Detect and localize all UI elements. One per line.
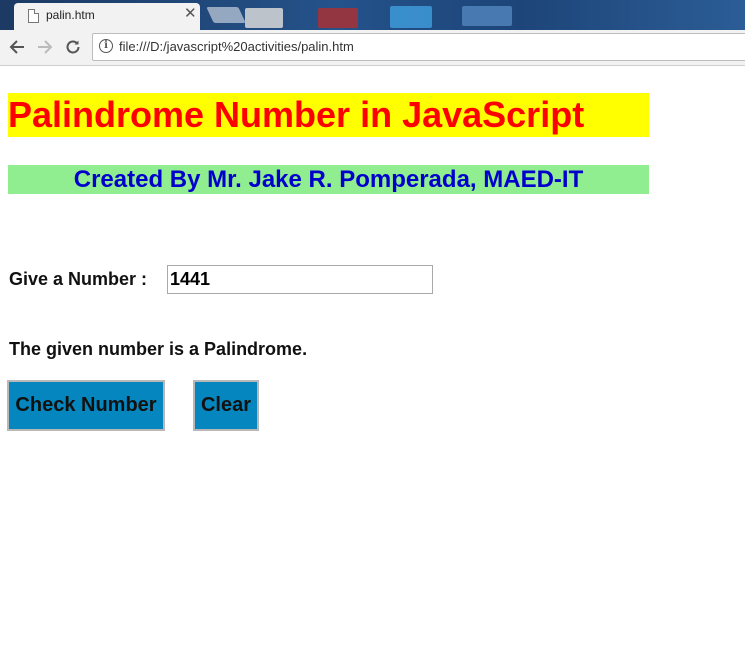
reload-button[interactable] [62,36,84,58]
page-title: Palindrome Number in JavaScript [8,93,649,137]
tab-strip: palin.htm ✕ [0,0,745,30]
address-bar[interactable]: i file:///D:/javascript%20activities/pal… [92,33,745,61]
check-number-button[interactable]: Check Number [7,380,165,431]
back-arrow-icon [9,40,24,54]
info-icon[interactable]: i [99,39,113,53]
desktop-icon [318,8,358,28]
desktop-icon [245,8,283,28]
result-text: The given number is a Palindrome. [9,339,308,359]
author-line: Created By Mr. Jake R. Pomperada, MAED-I… [8,165,649,194]
desktop-icon [462,6,512,26]
desktop-icon [390,6,432,28]
number-input[interactable] [167,265,433,294]
address-url[interactable]: file:///D:/javascript%20activities/palin… [119,39,354,54]
new-tab-button[interactable] [206,7,246,23]
forward-arrow-icon [38,40,53,54]
browser-tab[interactable]: palin.htm ✕ [14,3,200,30]
number-label: Give a Number : [9,269,148,289]
reload-icon [66,40,80,54]
tab-title: palin.htm [46,8,95,22]
close-icon[interactable]: ✕ [184,6,197,22]
page-icon [28,9,39,23]
back-button[interactable] [6,36,28,58]
browser-toolbar: i file:///D:/javascript%20activities/pal… [0,30,745,66]
clear-button[interactable]: Clear [193,380,259,431]
forward-button[interactable] [34,36,56,58]
